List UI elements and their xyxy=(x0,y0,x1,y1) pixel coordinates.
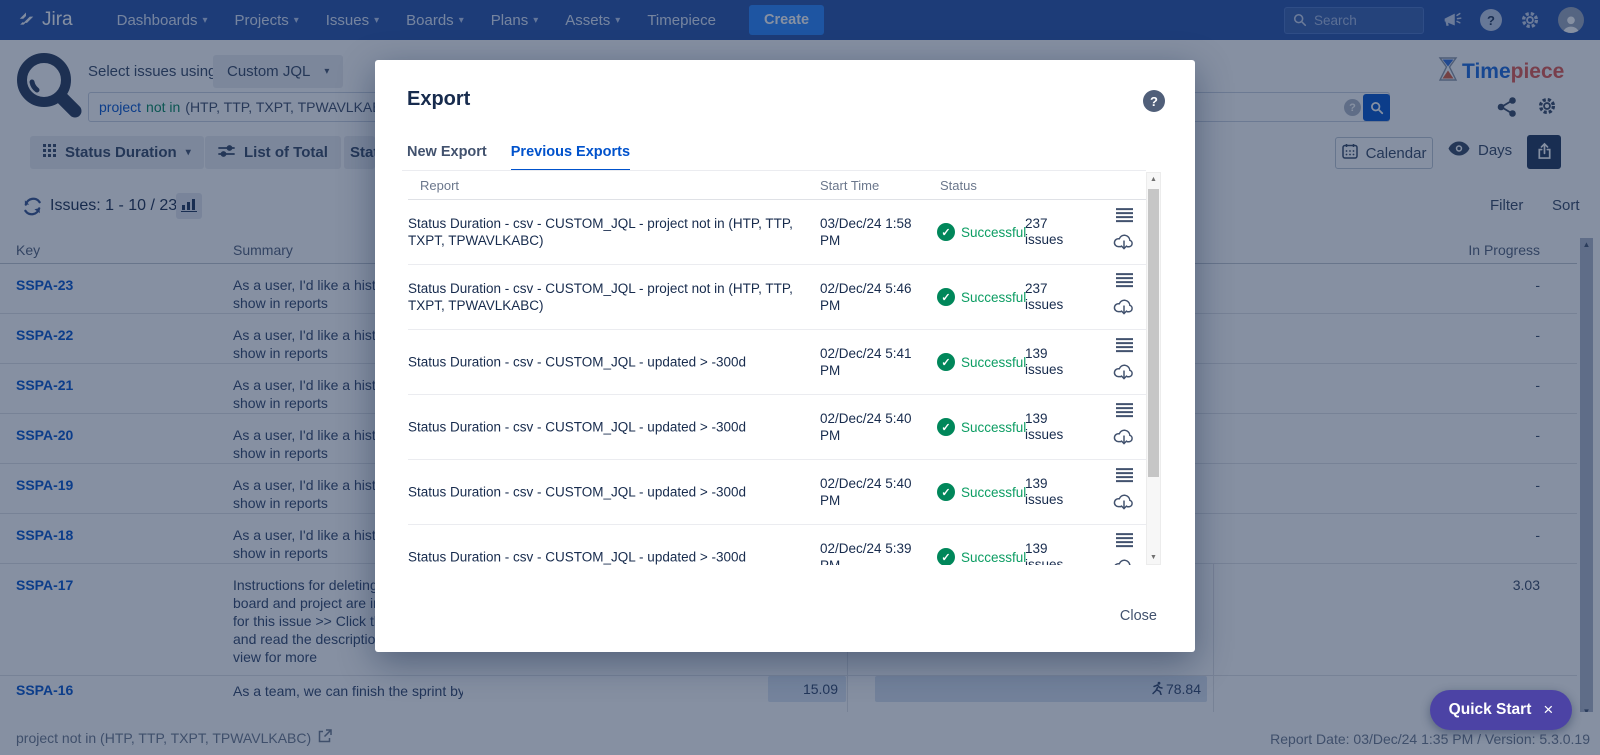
status-label: Successful xyxy=(961,225,1026,240)
export-status: ✓ Successful xyxy=(937,548,1026,565)
export-status: ✓ Successful xyxy=(937,288,1026,306)
tabs-divider xyxy=(402,170,1146,171)
scrollbar-thumb[interactable] xyxy=(1148,189,1159,477)
scroll-up-icon[interactable]: ▲ xyxy=(1147,176,1160,183)
download-cloud-icon[interactable] xyxy=(1113,231,1135,256)
status-label: Successful xyxy=(961,355,1026,370)
page: Jira Dashboards▾ Projects▾ Issues▾ Board… xyxy=(0,0,1600,755)
export-start-time: 02/Dec/24 5:40PM xyxy=(820,410,912,444)
success-check-icon: ✓ xyxy=(937,483,955,501)
column-header-start-time: Start Time xyxy=(820,178,879,193)
export-issue-count: 139issues xyxy=(1025,476,1063,508)
export-issue-count: 139issues xyxy=(1025,541,1063,565)
export-start-time: 02/Dec/24 5:41PM xyxy=(820,345,912,379)
export-report-name: Status Duration - csv - CUSTOM_JQL - upd… xyxy=(408,354,794,371)
success-check-icon: ✓ xyxy=(937,548,955,565)
export-row: Status Duration - csv - CUSTOM_JQL - upd… xyxy=(408,395,1146,460)
quick-start-label: Quick Start xyxy=(1449,701,1532,719)
success-check-icon: ✓ xyxy=(937,418,955,436)
modal-tabs: New Export Previous Exports xyxy=(407,144,630,171)
modal-title: Export xyxy=(407,88,470,111)
column-header-report: Report xyxy=(420,178,459,193)
export-issue-count: 237issues xyxy=(1025,216,1063,248)
download-cloud-icon[interactable] xyxy=(1113,556,1135,565)
export-row: Status Duration - csv - CUSTOM_JQL - upd… xyxy=(408,330,1146,395)
export-row: Status Duration - csv - CUSTOM_JQL - upd… xyxy=(408,525,1146,565)
modal-help-icon[interactable]: ? xyxy=(1143,90,1165,112)
success-check-icon: ✓ xyxy=(937,353,955,371)
export-report-name: Status Duration - csv - CUSTOM_JQL - upd… xyxy=(408,484,794,501)
export-row: Status Duration - csv - CUSTOM_JQL - upd… xyxy=(408,460,1146,525)
close-button[interactable]: Close xyxy=(1120,608,1157,624)
row-menu-icon[interactable] xyxy=(1116,338,1133,352)
row-menu-icon[interactable] xyxy=(1116,273,1133,287)
row-menu-icon[interactable] xyxy=(1116,403,1133,417)
success-check-icon: ✓ xyxy=(937,223,955,241)
export-report-name: Status Duration - csv - CUSTOM_JQL - upd… xyxy=(408,549,794,566)
exports-table-header: Report Start Time Status xyxy=(408,172,1146,200)
download-cloud-icon[interactable] xyxy=(1113,361,1135,386)
export-status: ✓ Successful xyxy=(937,483,1026,501)
tab-previous-exports[interactable]: Previous Exports xyxy=(511,144,630,171)
quick-start-button[interactable]: Quick Start × xyxy=(1430,690,1572,730)
export-modal: Export ? New Export Previous Exports Rep… xyxy=(375,60,1195,652)
modal-scrollbar[interactable]: ▲ ▼ xyxy=(1146,172,1161,565)
status-label: Successful xyxy=(961,420,1026,435)
export-start-time: 02/Dec/24 5:39PM xyxy=(820,540,912,565)
row-menu-icon[interactable] xyxy=(1116,208,1133,222)
export-report-name: Status Duration - csv - CUSTOM_JQL - pro… xyxy=(408,215,794,249)
success-check-icon: ✓ xyxy=(937,288,955,306)
export-issue-count: 139issues xyxy=(1025,411,1063,443)
export-issue-count: 139issues xyxy=(1025,346,1063,378)
export-status: ✓ Successful xyxy=(937,223,1026,241)
export-issue-count: 237issues xyxy=(1025,281,1063,313)
status-label: Successful xyxy=(961,485,1026,500)
download-cloud-icon[interactable] xyxy=(1113,491,1135,516)
export-row: Status Duration - csv - CUSTOM_JQL - pro… xyxy=(408,200,1146,265)
export-status: ✓ Successful xyxy=(937,353,1026,371)
row-menu-icon[interactable] xyxy=(1116,468,1133,482)
export-row: Status Duration - csv - CUSTOM_JQL - pro… xyxy=(408,265,1146,330)
tab-new-export[interactable]: New Export xyxy=(407,144,487,171)
export-start-time: 02/Dec/24 5:40PM xyxy=(820,475,912,509)
export-report-name: Status Duration - csv - CUSTOM_JQL - upd… xyxy=(408,419,794,436)
row-menu-icon[interactable] xyxy=(1116,533,1133,547)
download-cloud-icon[interactable] xyxy=(1113,426,1135,451)
download-cloud-icon[interactable] xyxy=(1113,296,1135,321)
export-start-time: 03/Dec/24 1:58PM xyxy=(820,215,912,249)
close-icon[interactable]: × xyxy=(1543,700,1553,720)
scroll-down-icon[interactable]: ▼ xyxy=(1147,554,1160,561)
export-status: ✓ Successful xyxy=(937,418,1026,436)
export-report-name: Status Duration - csv - CUSTOM_JQL - pro… xyxy=(408,280,794,314)
status-label: Successful xyxy=(961,290,1026,305)
status-label: Successful xyxy=(961,550,1026,565)
exports-scroll-area: Report Start Time Status Status Duration… xyxy=(408,172,1146,565)
column-header-status: Status xyxy=(940,178,977,193)
export-start-time: 02/Dec/24 5:46PM xyxy=(820,280,912,314)
